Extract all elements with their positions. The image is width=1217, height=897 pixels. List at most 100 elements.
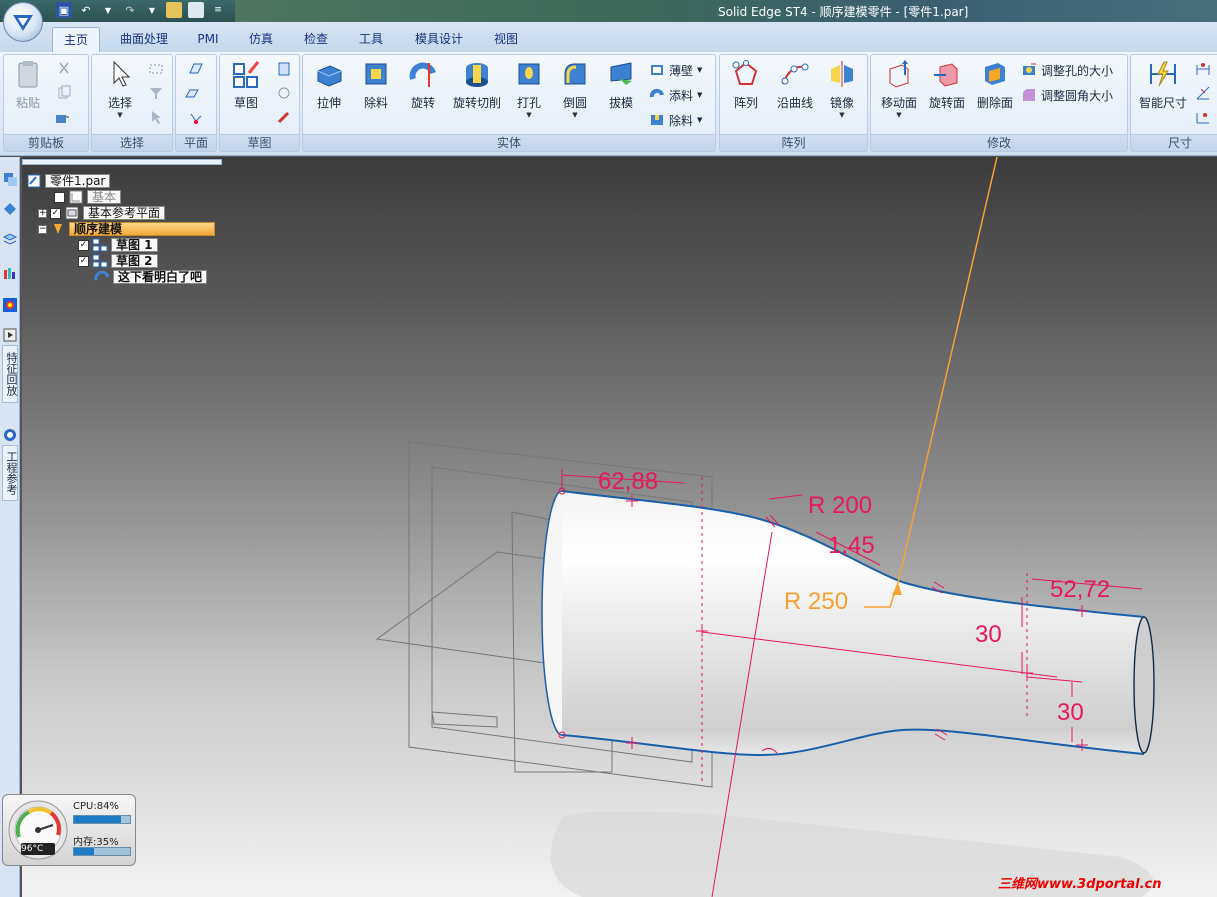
- tab-view[interactable]: 视图: [485, 27, 527, 52]
- resize-round-label: 调整圆角大小: [1041, 88, 1114, 103]
- tab-mold-design[interactable]: 模具设计: [405, 27, 473, 52]
- tab-simulation[interactable]: 仿真: [240, 27, 282, 52]
- pattern-along-curve-button[interactable]: 沿曲线: [773, 59, 817, 111]
- project-icon[interactable]: [276, 61, 292, 77]
- customize-qat-icon[interactable]: ≡: [210, 2, 226, 18]
- select-box-icon[interactable]: [148, 61, 164, 77]
- layers-icon[interactable]: [2, 231, 18, 247]
- tree-item-sketch1[interactable]: ✓ 草图 1: [78, 238, 158, 252]
- graphics-viewport[interactable]: 62,88 R 200 1,45 R 250 52,72 30 30 零件1.p…: [22, 157, 1217, 897]
- dim-radius-200[interactable]: R 200: [808, 492, 872, 519]
- tree-resize-grip[interactable]: [22, 159, 222, 165]
- visibility-checkbox[interactable]: ✓: [50, 207, 61, 219]
- dim-height-1[interactable]: 30: [975, 621, 1002, 648]
- draft-button[interactable]: 拔模: [601, 59, 641, 111]
- rotate-face-button[interactable]: 旋转面: [925, 59, 969, 111]
- cutout-button[interactable]: 除料: [356, 59, 396, 111]
- feature-library-icon[interactable]: [2, 171, 18, 187]
- dim-radius-250[interactable]: R 250: [784, 588, 848, 615]
- round-button[interactable]: 倒圆 ▼: [555, 59, 595, 119]
- tab-home[interactable]: 主页: [52, 27, 100, 52]
- delete-face-button[interactable]: 删除面: [973, 59, 1017, 111]
- expand-icon[interactable]: +: [38, 208, 47, 218]
- resize-round-button[interactable]: 调整圆角大小: [1021, 86, 1113, 104]
- tab-pmi[interactable]: PMI: [190, 27, 226, 52]
- tab-tools[interactable]: 工具: [350, 27, 392, 52]
- edit-sketch-icon[interactable]: [276, 109, 292, 125]
- pattern-button[interactable]: 阵列: [726, 59, 766, 111]
- tree-item-revolve-feature[interactable]: 这下看明白了吧: [94, 270, 208, 284]
- visibility-checkbox[interactable]: ✓: [78, 239, 89, 251]
- cut-icon[interactable]: [56, 61, 72, 77]
- save-icon[interactable]: ▣: [56, 2, 72, 18]
- visibility-checkbox[interactable]: ✓: [78, 255, 89, 267]
- include-icon[interactable]: [276, 85, 292, 101]
- hole-button[interactable]: 打孔 ▼: [509, 59, 549, 119]
- tree-item-base-planes[interactable]: + ✓ 基本参考平面: [38, 206, 166, 220]
- print-icon[interactable]: [188, 2, 204, 18]
- parts-library-icon[interactable]: [2, 201, 18, 217]
- thin-wall-button[interactable]: 薄壁 ▼: [649, 61, 702, 79]
- application-button[interactable]: [3, 2, 43, 42]
- coincident-plane-icon[interactable]: [188, 61, 204, 77]
- smart-dimension-label: 智能尺寸: [1138, 96, 1187, 110]
- open-folder-icon[interactable]: [166, 2, 182, 18]
- extrude-label: 拉伸: [316, 96, 341, 110]
- engineering-reference-icon[interactable]: [2, 427, 18, 443]
- select-button[interactable]: 选择 ▼: [100, 59, 140, 119]
- angle-between-icon[interactable]: [1195, 85, 1211, 101]
- filter-icon[interactable]: [148, 85, 164, 101]
- rotate-face-label: 旋转面: [928, 96, 965, 110]
- format-painter-icon[interactable]: [54, 111, 70, 127]
- redo-icon[interactable]: ↷: [122, 2, 138, 18]
- dim-height-2[interactable]: 30: [1057, 699, 1084, 726]
- distance-between-icon[interactable]: [1195, 61, 1211, 77]
- tree-item-root[interactable]: 零件1.par: [26, 174, 111, 188]
- group-modify: 移动面 ▼ 旋转面 删除面 调整孔的大小 调整圆角大小 修改: [870, 54, 1128, 152]
- feature-playback-tab[interactable]: 特征回放: [2, 345, 18, 403]
- extrude-button[interactable]: 拉伸: [309, 59, 349, 111]
- round-icon: [564, 63, 586, 85]
- dim-angle[interactable]: 1,45: [828, 532, 875, 559]
- mirror-label: 镜像: [829, 96, 854, 110]
- tree-item-sketch2[interactable]: ✓ 草图 2: [78, 254, 158, 268]
- tree-item-ordered[interactable]: − 顺序建模: [38, 222, 215, 236]
- revolved-cutout-button[interactable]: 旋转切削: [449, 59, 505, 111]
- revolve-button[interactable]: 旋转: [403, 59, 443, 111]
- engineering-reference-tab[interactable]: 工程参考: [2, 445, 18, 501]
- resize-hole-button[interactable]: 调整孔的大小: [1021, 61, 1113, 79]
- tab-surfacing[interactable]: 曲面处理: [110, 27, 178, 52]
- smart-dimension-button[interactable]: 智能尺寸: [1135, 59, 1191, 111]
- move-face-button[interactable]: 移动面 ▼: [877, 59, 921, 119]
- visibility-checkbox[interactable]: [54, 191, 65, 203]
- tab-inspect[interactable]: 检查: [295, 27, 337, 52]
- parallel-plane-icon[interactable]: [184, 85, 200, 101]
- collapse-icon[interactable]: −: [38, 224, 47, 234]
- memory-usage-fill: [74, 848, 94, 855]
- remove-material-button[interactable]: 除料 ▼: [649, 111, 702, 129]
- window-title: Solid Edge ST4 - 顺序建模零件 - [零件1.par]: [718, 5, 969, 19]
- sketch-button[interactable]: 草图: [226, 59, 266, 111]
- dropdown-icon[interactable]: ▼: [144, 2, 160, 18]
- dim-length-large[interactable]: 62,88: [598, 468, 658, 495]
- mirror-button[interactable]: 镜像 ▼: [822, 59, 862, 119]
- add-material-button[interactable]: 添料 ▼: [649, 86, 702, 104]
- select-tools-icon[interactable]: [148, 109, 164, 125]
- feature-playback-icon[interactable]: [2, 327, 18, 343]
- tree-label-base-planes: 基本参考平面: [83, 206, 166, 220]
- smart-dimension-icon: [1150, 61, 1176, 87]
- dropdown-icon[interactable]: ▼: [100, 2, 116, 18]
- copy-icon[interactable]: [56, 85, 72, 101]
- dim-length-small[interactable]: 52,72: [1050, 576, 1110, 603]
- resize-round-icon: [1023, 89, 1035, 101]
- part-document-icon: [27, 174, 41, 188]
- cpu-usage-fill: [74, 816, 122, 823]
- results-icon[interactable]: [2, 297, 18, 313]
- coordinate-dimension-icon[interactable]: [1195, 109, 1211, 125]
- undo-icon[interactable]: ↶: [78, 2, 94, 18]
- paste-button[interactable]: 粘贴: [8, 59, 48, 111]
- system-monitor-gadget: 96°C CPU:84% 内存:35%: [2, 794, 136, 866]
- sensors-icon[interactable]: [2, 265, 18, 281]
- tree-item-base[interactable]: 基本: [54, 190, 122, 204]
- plane-tools-icon[interactable]: [188, 111, 204, 127]
